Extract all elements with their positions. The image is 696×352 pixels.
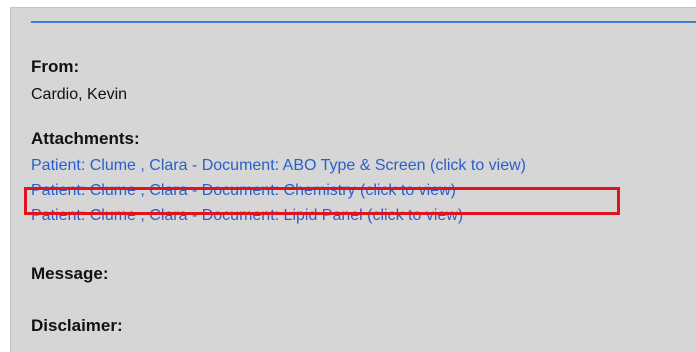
attachments-list: Patient: Clume , Clara - Document: ABO T…	[31, 153, 696, 228]
attachments-label: Attachments:	[31, 129, 140, 148]
from-value: Cardio, Kevin	[31, 86, 128, 103]
attachment-link-lipid-panel[interactable]: Patient: Clume , Clara - Document: Lipid…	[31, 203, 696, 228]
attachment-link-chemistry[interactable]: Patient: Clume , Clara - Document: Chemi…	[31, 178, 696, 203]
attachment-link-abo-type-screen[interactable]: Patient: Clume , Clara - Document: ABO T…	[31, 153, 696, 178]
from-label: From:	[31, 57, 80, 76]
disclaimer-label: Disclaimer:	[31, 316, 123, 335]
message-detail-panel: From: Cardio, Kevin Attachments: Patient…	[10, 7, 696, 352]
message-label: Message:	[31, 264, 109, 283]
header-divider	[31, 21, 696, 23]
